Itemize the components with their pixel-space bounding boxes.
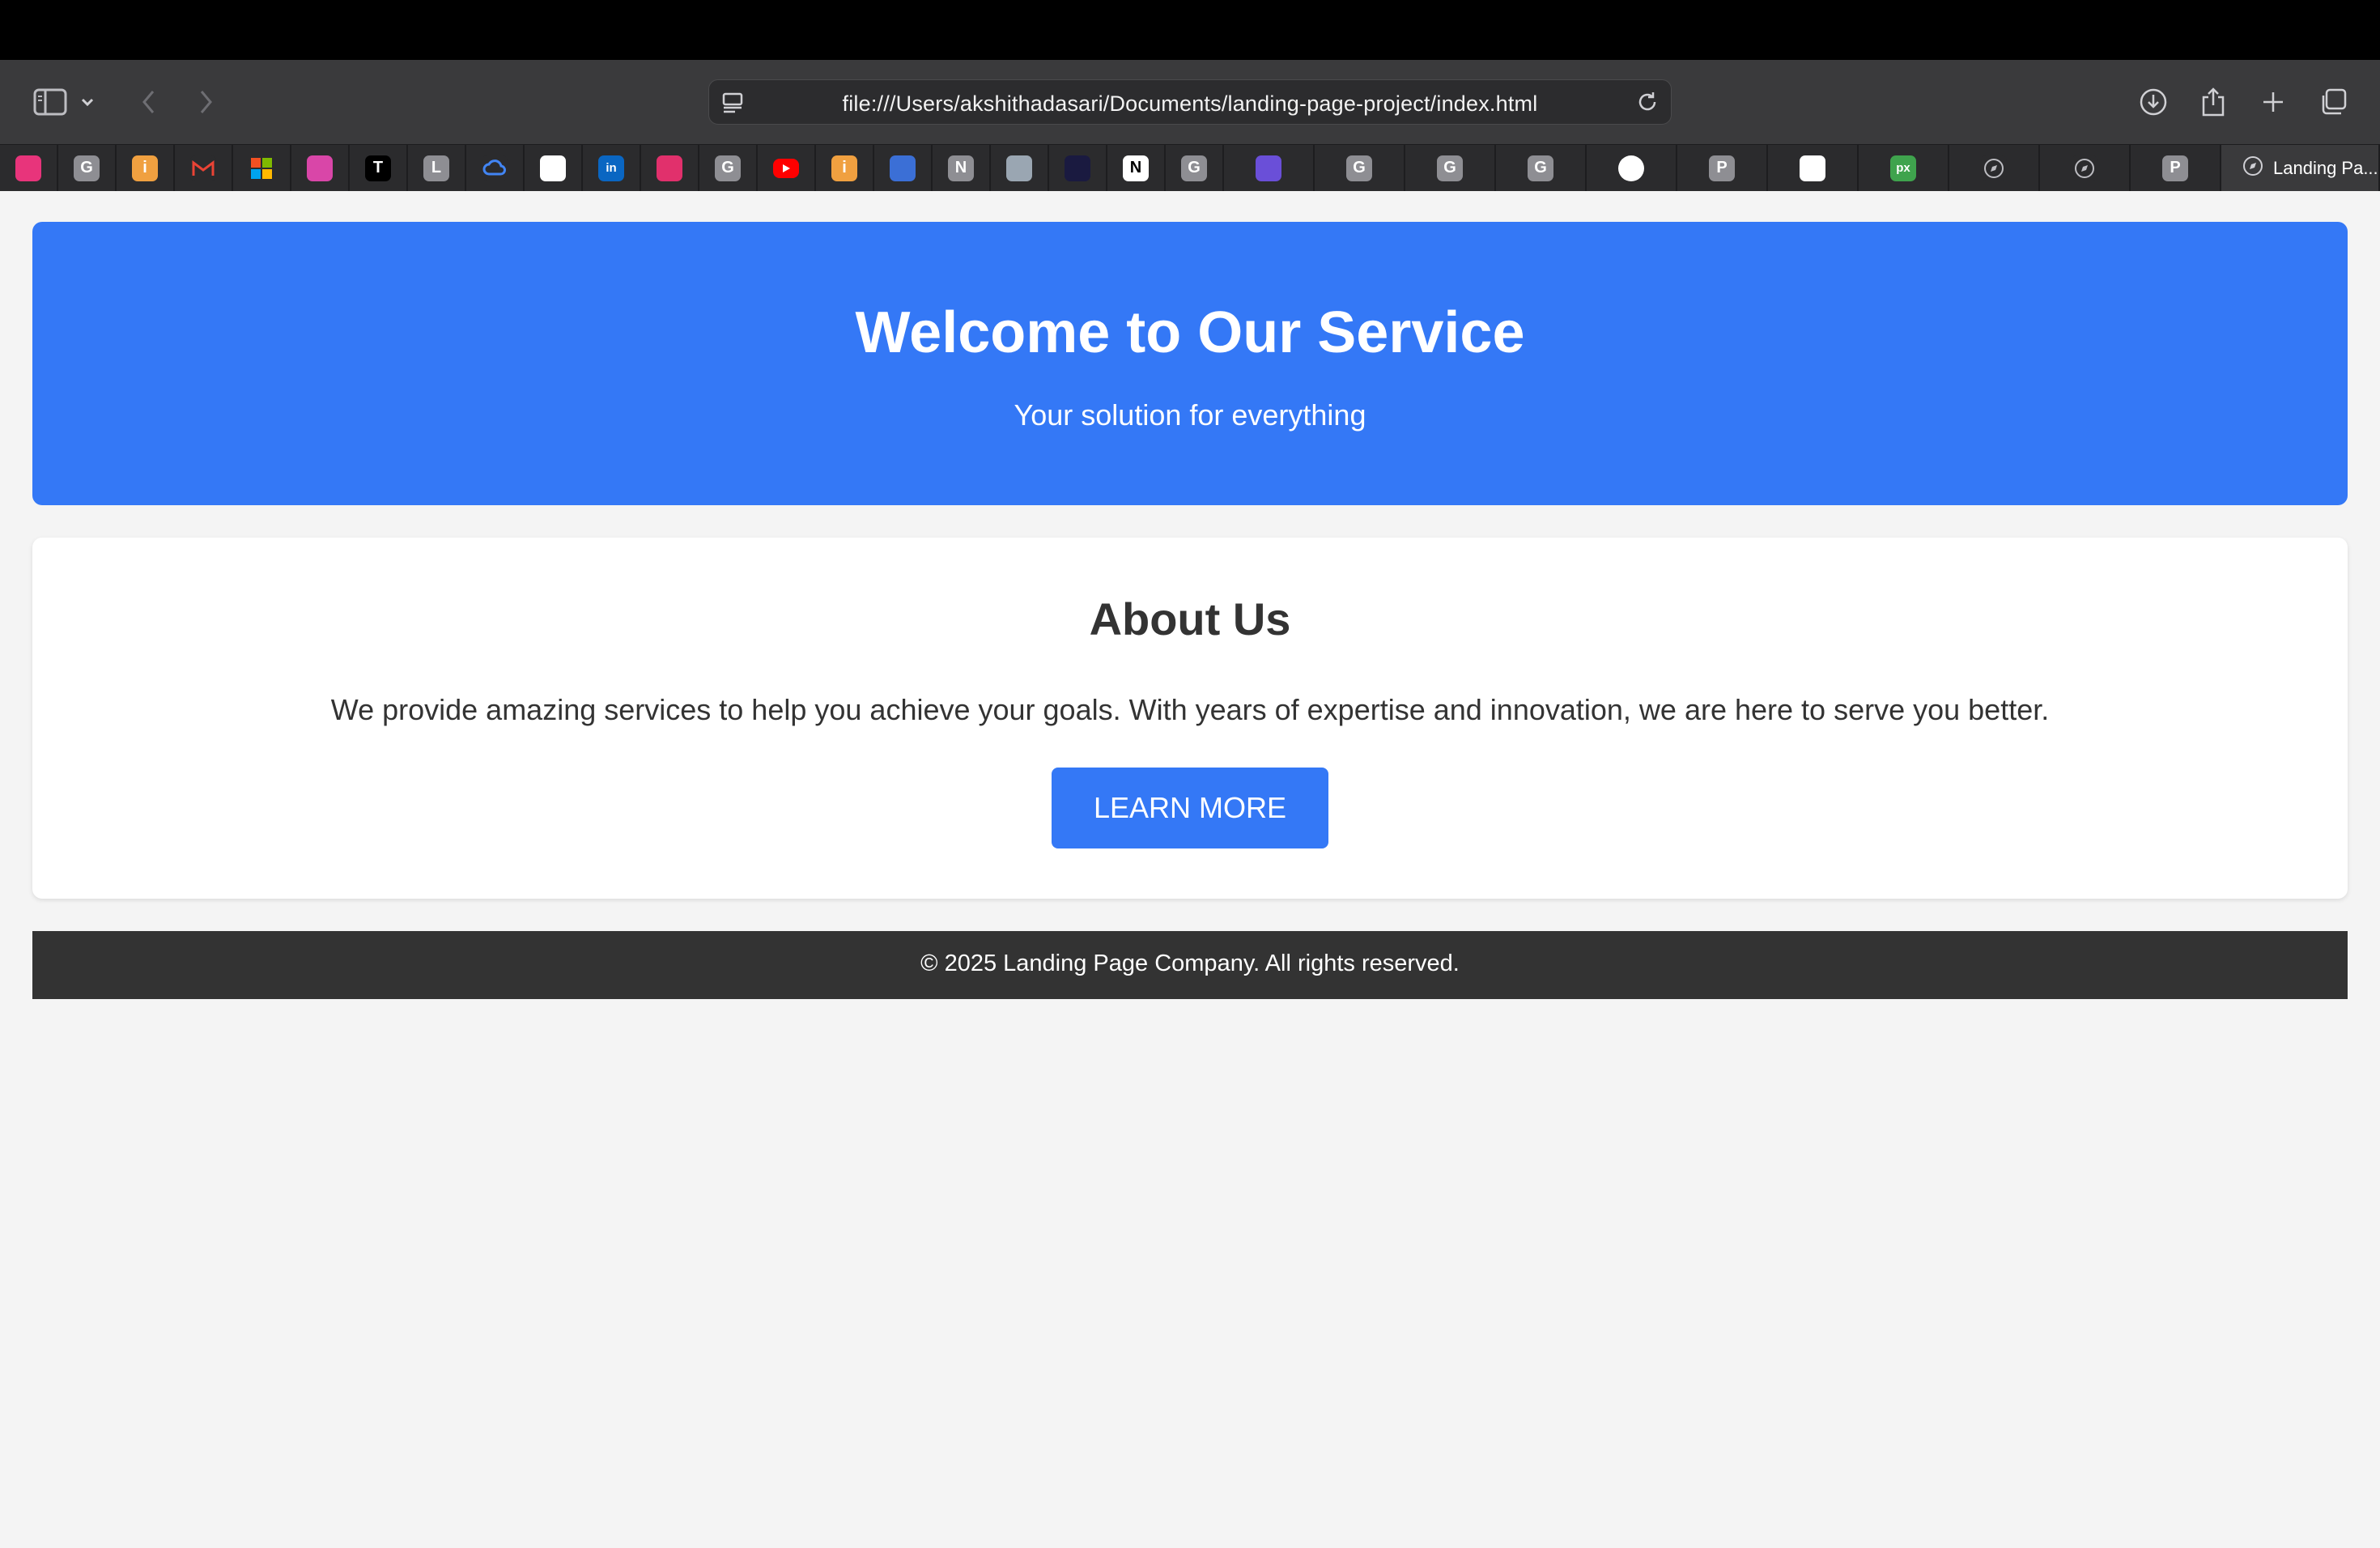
about-heading: About Us	[1089, 593, 1291, 644]
orange-info-favicon-icon: i	[132, 155, 158, 181]
tab-item[interactable]: i	[816, 145, 874, 191]
hero-banner: Welcome to Our Service Your solution for…	[32, 222, 2348, 505]
plus-icon[interactable]	[2252, 81, 2294, 123]
menu-bar-strip	[0, 0, 2380, 60]
github-favicon-icon	[1618, 155, 1644, 181]
about-text: We provide amazing services to help you …	[330, 693, 2050, 726]
generic-g-favicon-icon: G	[1181, 155, 1207, 181]
generic-p-favicon-icon: P	[2162, 155, 2188, 181]
tab-item[interactable]	[874, 145, 933, 191]
footer: © 2025 Landing Page Company. All rights …	[32, 931, 2348, 999]
about-section: About Us We provide amazing services to …	[32, 538, 2348, 899]
notion-favicon-icon: N	[1123, 155, 1149, 181]
footer-text: © 2025 Landing Page Company. All rights …	[920, 950, 1460, 976]
tab-item[interactable]	[291, 145, 350, 191]
tab-item[interactable]: G	[1166, 145, 1224, 191]
tab-item[interactable]	[1224, 145, 1315, 191]
tab-item[interactable]	[1768, 145, 1859, 191]
chevron-left-icon[interactable]	[128, 81, 170, 123]
tab-item[interactable]	[2040, 145, 2131, 191]
instagram-favicon-icon	[657, 155, 682, 181]
generic-p-favicon-icon: P	[1709, 155, 1735, 181]
tab-item[interactable]	[1049, 145, 1107, 191]
tab-item[interactable]	[1949, 145, 2040, 191]
list-favicon-icon	[1256, 155, 1281, 181]
tab-item[interactable]	[1587, 145, 1677, 191]
tab-item[interactable]: G	[1405, 145, 1496, 191]
active-tab-title: Landing Pa...	[2273, 157, 2378, 178]
microsoft-favicon-icon	[249, 155, 274, 181]
hero-subtitle: Your solution for everything	[1014, 398, 1366, 432]
tab-item[interactable]	[991, 145, 1049, 191]
browser-toolbar: file:///Users/akshithadasari/Documents/l…	[0, 60, 2380, 144]
px-favicon-icon: px	[1890, 155, 1916, 181]
chevron-right-icon[interactable]	[185, 81, 227, 123]
tab-item[interactable]	[641, 145, 699, 191]
tab-item[interactable]: N	[1107, 145, 1166, 191]
hero-title: Welcome to Our Service	[855, 300, 1525, 365]
tab-item[interactable]: G	[1496, 145, 1587, 191]
address-bar[interactable]: file:///Users/akshithadasari/Documents/l…	[708, 79, 1672, 125]
pink-gem-favicon-icon	[15, 155, 41, 181]
tab-bar: Gi T Lin Gi N N G G G G Ppx P Landing Pa...	[0, 144, 2380, 191]
youtube-favicon-icon	[773, 158, 799, 178]
checker-favicon-icon	[1800, 155, 1825, 181]
tab-item[interactable]: G	[1315, 145, 1405, 191]
tab-item[interactable]: i	[117, 145, 175, 191]
generic-g-favicon-icon: G	[74, 155, 100, 181]
orange-info-favicon-icon: i	[831, 155, 857, 181]
linkedin-favicon-icon: in	[598, 155, 624, 181]
tab-item[interactable]	[175, 145, 233, 191]
boot-favicon-icon	[1006, 155, 1032, 181]
share-icon[interactable]	[2192, 81, 2234, 123]
stairs-favicon-icon	[307, 155, 333, 181]
tab-item[interactable]	[0, 145, 58, 191]
compass-favicon-icon	[1981, 155, 2007, 181]
t-circle-favicon-icon: T	[365, 155, 391, 181]
chevron-down-icon[interactable]	[74, 81, 100, 123]
puzzle-favicon-icon	[540, 155, 566, 181]
tab-item[interactable]: px	[1859, 145, 1949, 191]
tab-item[interactable]: P	[2131, 145, 2221, 191]
tab-item[interactable]: G	[58, 145, 117, 191]
tab-item[interactable]	[525, 145, 583, 191]
generic-l-favicon-icon: L	[423, 155, 449, 181]
address-text: file:///Users/akshithadasari/Documents/l…	[842, 91, 1538, 116]
generic-g-favicon-icon: G	[1528, 155, 1553, 181]
learn-more-button[interactable]: LEARN MORE	[1052, 768, 1328, 848]
tab-active[interactable]: Landing Pa...	[2221, 145, 2380, 191]
download-icon[interactable]	[2132, 81, 2174, 123]
tab-item[interactable]	[758, 145, 816, 191]
cube-favicon-icon	[890, 155, 916, 181]
tab-overview-icon[interactable]	[2312, 81, 2354, 123]
tab-item[interactable]: N	[933, 145, 991, 191]
tab-item[interactable]	[233, 145, 291, 191]
generic-n-favicon-icon: N	[948, 155, 974, 181]
tab-item[interactable]: P	[1677, 145, 1768, 191]
tab-item[interactable]: G	[699, 145, 758, 191]
sparkle-favicon-icon	[1065, 155, 1090, 181]
compass-icon	[2242, 155, 2263, 181]
tab-item[interactable]: in	[583, 145, 641, 191]
tab-item[interactable]	[466, 145, 525, 191]
gmail-favicon-icon	[190, 155, 216, 181]
generic-g-favicon-icon: G	[1437, 155, 1463, 181]
sidebar-icon[interactable]	[29, 81, 71, 123]
tab-item[interactable]: T	[350, 145, 408, 191]
compass-favicon-icon	[2072, 155, 2097, 181]
reload-icon[interactable]	[1635, 90, 1660, 118]
google-cloud-favicon-icon	[482, 155, 508, 181]
tab-item[interactable]: L	[408, 145, 466, 191]
generic-g-favicon-icon: G	[1346, 155, 1372, 181]
generic-g-favicon-icon: G	[715, 155, 741, 181]
